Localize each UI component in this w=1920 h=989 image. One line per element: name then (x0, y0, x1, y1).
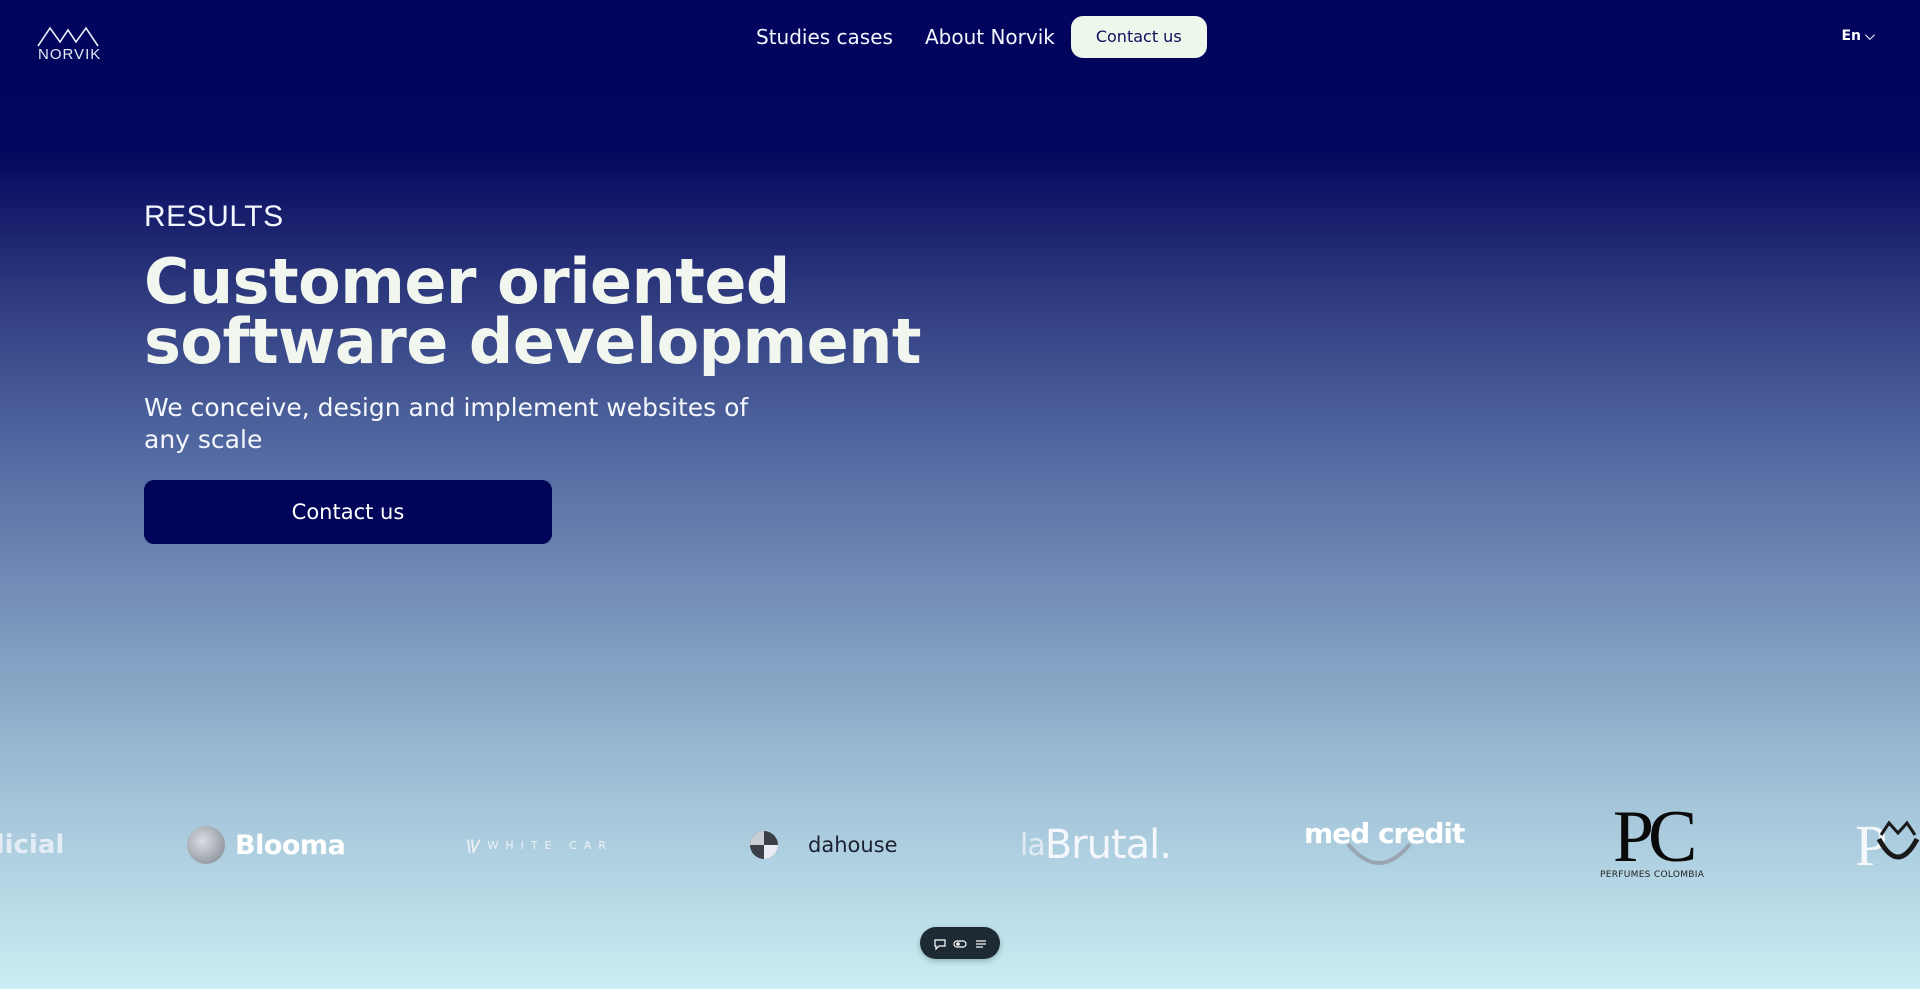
client-logo-dahouse-text: dahouse (808, 833, 898, 857)
client-logo-pc-subtitle: PERFUMES COLOMBIA (1600, 870, 1705, 880)
nav-link-about-norvik[interactable]: About Norvik (925, 25, 1055, 49)
toggle-icon[interactable] (953, 936, 967, 950)
client-logo-white-car-text: WHITE CAR (487, 838, 613, 852)
client-logo-brutal-prefix: la (1020, 827, 1046, 863)
white-car-mark-icon: \\/ (466, 835, 479, 855)
hero-title-line-1: Customer oriented (144, 245, 790, 318)
client-logo-brutal-text: Brutal. (1044, 822, 1172, 868)
logo-wordmark: NORVIK (38, 46, 102, 63)
settings-icon[interactable] (974, 936, 988, 950)
client-logos-strip: dicial Blooma \\/ WHITE CAR dahouse la B… (0, 800, 1920, 890)
client-logo-pc-text: PC (1612, 800, 1697, 878)
client-logo-blooma: Blooma (187, 800, 346, 890)
medcredit-swoosh-icon (1346, 842, 1412, 865)
language-label: En (1841, 28, 1861, 44)
client-logo-judicial: dicial (0, 800, 64, 890)
hero-eyebrow: RESULTS (144, 200, 284, 233)
hero-section: RESULTS Customer oriented software devel… (144, 200, 1044, 544)
client-logo-white-car: \\/ WHITE CAR (466, 800, 613, 890)
client-logo-medcredit: med credit (1304, 800, 1465, 878)
hero-title-line-2: software development (144, 305, 922, 378)
blooma-mark-icon (187, 826, 225, 864)
hero-contact-button[interactable]: Contact us (144, 480, 552, 544)
floating-toolbar (920, 927, 1000, 959)
client-logo-perfumes-colombia: PC PERFUMES COLOMBIA (1600, 800, 1705, 890)
main-nav: Studies cases About Norvik Contact us (756, 16, 1207, 58)
header-contact-button[interactable]: Contact us (1070, 16, 1207, 58)
hero-title: Customer oriented software development (144, 245, 1044, 378)
client-logo-pv: P (1855, 800, 1920, 890)
mountain-logo-icon (37, 26, 99, 47)
dahouse-mark-icon (750, 831, 778, 859)
norvik-logo[interactable]: NORVIK (36, 24, 106, 64)
client-logo-dahouse: dahouse (744, 800, 898, 890)
language-selector[interactable]: En (1841, 28, 1875, 44)
site-header: NORVIK Studies cases About Norvik Contac… (0, 0, 1920, 74)
chat-icon[interactable] (933, 936, 947, 951)
heart-crown-icon (1877, 820, 1920, 860)
client-logo-judicial-text: dicial (0, 830, 65, 860)
chevron-down-icon (1864, 29, 1875, 40)
client-logo-blooma-text: Blooma (235, 829, 346, 861)
hero-subtitle: We conceive, design and implement websit… (144, 393, 749, 454)
nav-link-studies-cases[interactable]: Studies cases (756, 25, 893, 49)
client-logo-brutal: la Brutal. (1020, 800, 1172, 890)
